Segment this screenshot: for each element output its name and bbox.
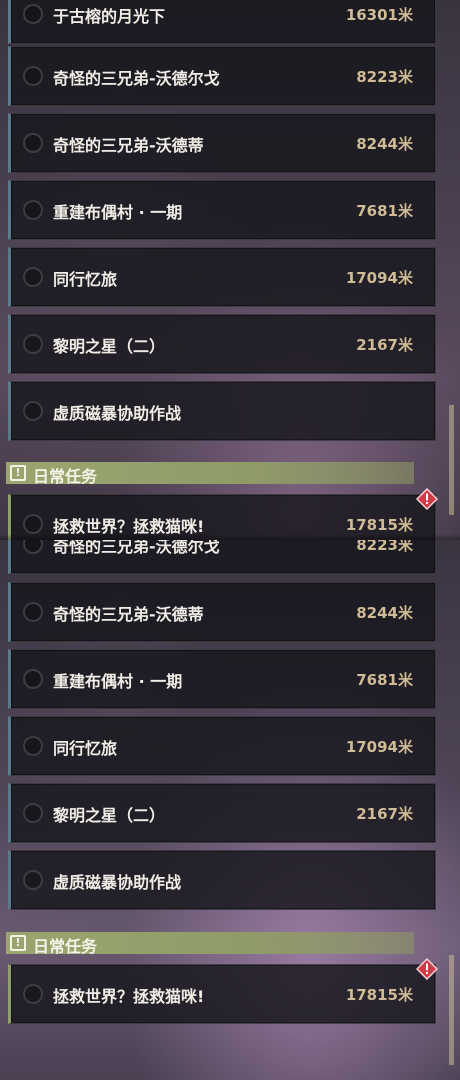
track-radio-icon[interactable] <box>23 133 43 153</box>
track-radio-icon[interactable] <box>23 736 43 756</box>
quest-distance: 16301米 <box>345 6 413 24</box>
quest-distance: 8244米 <box>356 604 413 622</box>
scrollbar-thumb[interactable] <box>449 405 454 515</box>
quest-title: 虚质磁暴协助作战 <box>53 873 182 892</box>
quest-distance: 2167米 <box>356 805 413 823</box>
quest-title: 拯救世界？拯救猫咪! <box>53 987 205 1006</box>
track-radio-icon[interactable] <box>23 401 43 421</box>
track-radio-icon[interactable] <box>23 602 43 622</box>
exclamation-box-icon: ! <box>10 465 26 481</box>
quest-row[interactable]: 同行忆旅 17094米 <box>8 247 436 307</box>
quest-title: 虚质磁暴协助作战 <box>53 404 182 423</box>
scrollbar-thumb[interactable] <box>449 955 454 1065</box>
track-radio-icon[interactable] <box>23 200 43 220</box>
quest-title: 奇怪的三兄弟-沃德尔戈 <box>53 540 220 556</box>
quest-distance: 17815米 <box>345 516 413 534</box>
quest-title: 奇怪的三兄弟-沃德蒂 <box>53 605 204 624</box>
quest-title: 重建布偶村 · 一期 <box>53 672 183 691</box>
track-radio-icon[interactable] <box>23 66 43 86</box>
quest-title: 奇怪的三兄弟-沃德蒂 <box>53 136 204 155</box>
track-radio-icon[interactable] <box>23 669 43 689</box>
quest-row[interactable]: 奇怪的三兄弟-沃德尔戈 8223米 <box>8 46 436 106</box>
quest-row[interactable]: 黎明之星（二） 2167米 <box>8 783 436 843</box>
track-radio-icon[interactable] <box>23 870 43 890</box>
quest-row[interactable]: 黎明之星（二） 2167米 <box>8 314 436 374</box>
quest-distance: 7681米 <box>356 671 413 689</box>
quest-title: 黎明之星（二） <box>53 806 166 825</box>
daily-section-header: ! 日常任务 <box>6 462 414 486</box>
quest-row[interactable]: 虚质磁暴协助作战 <box>8 381 436 441</box>
quest-row[interactable]: 同行忆旅 17094米 <box>8 716 436 776</box>
exclamation-box-icon: ! <box>10 935 26 951</box>
red-diamond-alert-icon <box>416 488 438 510</box>
quest-row[interactable]: 奇怪的三兄弟-沃德尔戈 8223米 <box>8 540 436 574</box>
section-title: 日常任务 <box>33 937 98 956</box>
track-radio-icon[interactable] <box>23 540 43 554</box>
daily-section-header: ! 日常任务 <box>6 932 414 956</box>
track-radio-icon[interactable] <box>23 334 43 354</box>
track-radio-icon[interactable] <box>23 4 43 24</box>
quest-list-panel-top: 于古榕的月光下 16301米 奇怪的三兄弟-沃德尔戈 8223米 奇怪的三兄弟-… <box>0 0 460 540</box>
quest-distance: 8223米 <box>356 68 413 86</box>
quest-distance: 7681米 <box>356 202 413 220</box>
quest-distance: 8223米 <box>356 540 413 554</box>
quest-distance: 17094米 <box>345 738 413 756</box>
quest-title: 于古榕的月光下 <box>53 7 166 26</box>
track-radio-icon[interactable] <box>23 267 43 287</box>
quest-title: 同行忆旅 <box>53 270 118 289</box>
quest-row[interactable]: 奇怪的三兄弟-沃德蒂 8244米 <box>8 582 436 642</box>
quest-row[interactable]: 于古榕的月光下 16301米 <box>8 0 436 44</box>
quest-row[interactable]: 虚质磁暴协助作战 <box>8 850 436 910</box>
quest-row[interactable]: 重建布偶村 · 一期 7681米 <box>8 649 436 709</box>
quest-title: 同行忆旅 <box>53 739 118 758</box>
quest-distance: 17094米 <box>345 269 413 287</box>
track-radio-icon[interactable] <box>23 984 43 1004</box>
quest-row[interactable]: 奇怪的三兄弟-沃德蒂 8244米 <box>8 113 436 173</box>
quest-title: 黎明之星（二） <box>53 337 166 356</box>
red-diamond-alert-icon <box>416 958 438 980</box>
track-radio-icon[interactable] <box>23 803 43 823</box>
quest-distance: 2167米 <box>356 336 413 354</box>
quest-title: 奇怪的三兄弟-沃德尔戈 <box>53 69 220 88</box>
track-radio-icon[interactable] <box>23 514 43 534</box>
quest-title: 重建布偶村 · 一期 <box>53 203 183 222</box>
quest-list-panel-bottom: 奇怪的三兄弟-沃德尔戈 8223米 奇怪的三兄弟-沃德蒂 8244米 重建布偶村… <box>0 540 460 1080</box>
quest-row[interactable]: 重建布偶村 · 一期 7681米 <box>8 180 436 240</box>
quest-distance: 8244米 <box>356 135 413 153</box>
section-title: 日常任务 <box>33 467 98 486</box>
quest-distance: 17815米 <box>345 986 413 1004</box>
daily-quest-row[interactable]: 拯救世界？拯救猫咪! 17815米 <box>8 964 436 1024</box>
